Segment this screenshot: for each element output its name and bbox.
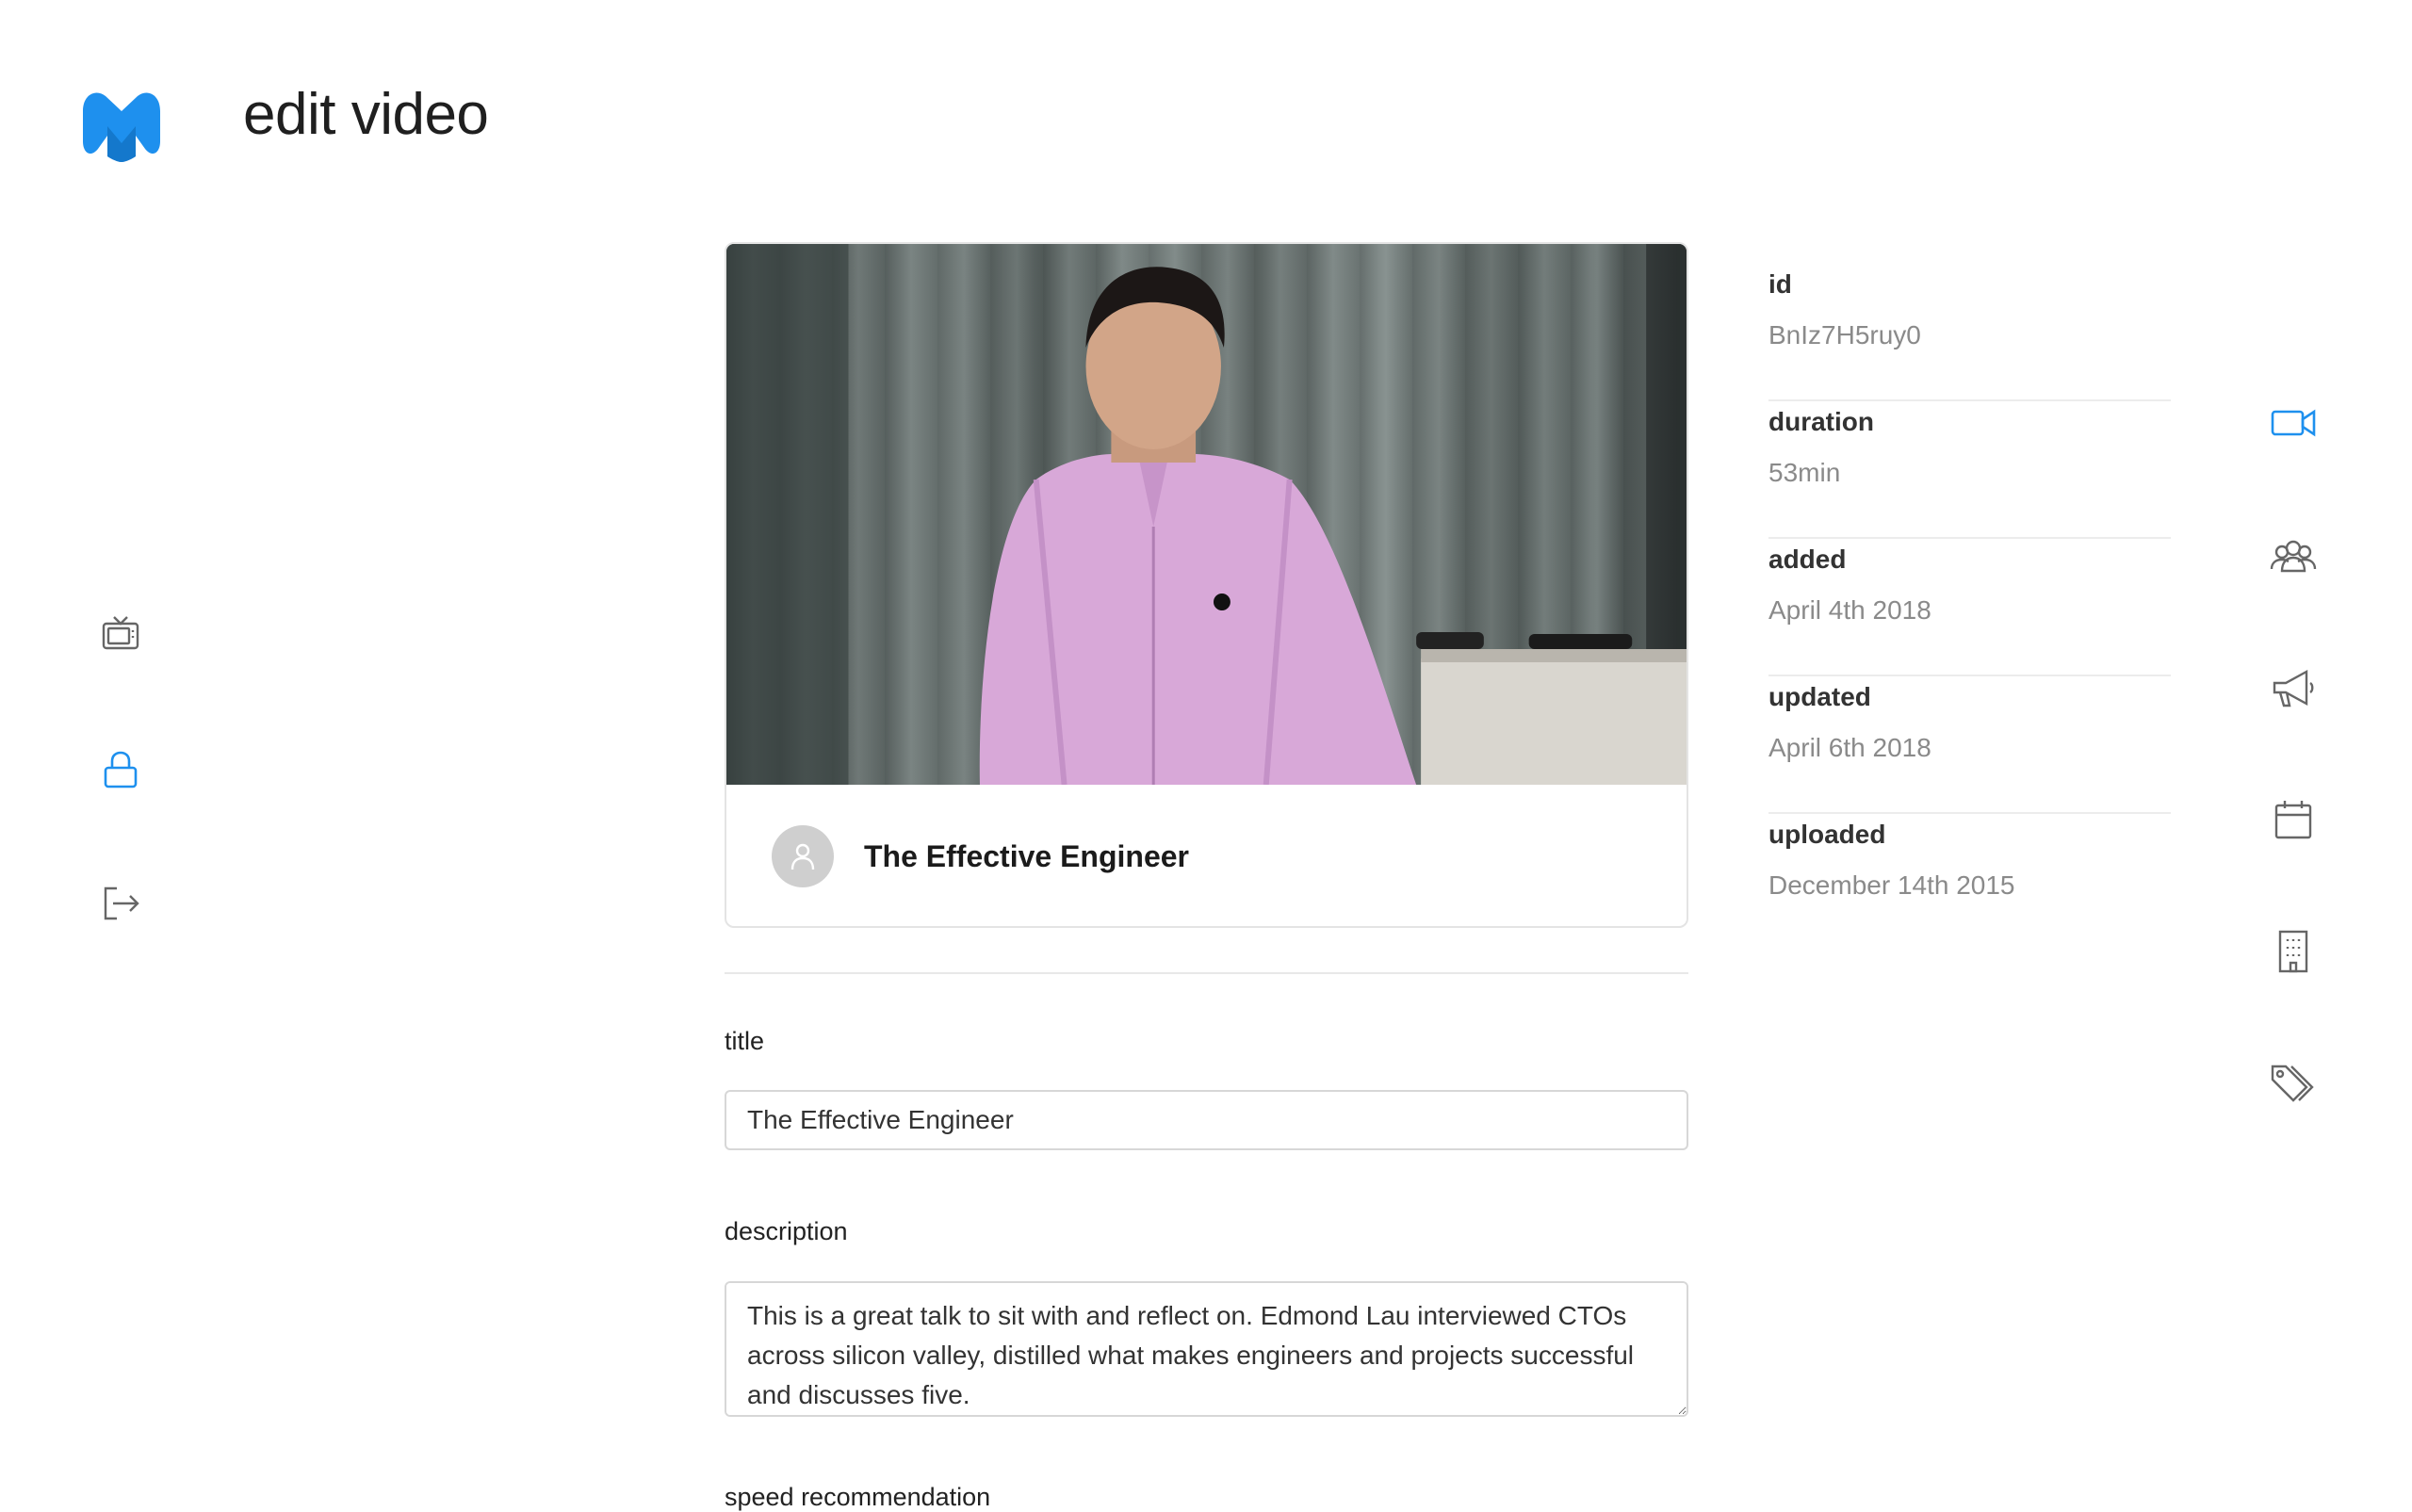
tags-icon xyxy=(2271,1065,2314,1102)
video-card-title: The Effective Engineer xyxy=(864,838,1189,873)
meta-uploaded: uploaded December 14th 2015 xyxy=(1768,814,2171,951)
user-icon xyxy=(790,843,815,870)
megaphone-icon xyxy=(2273,669,2314,707)
video-meta-panel: id BnIz7H5ruy0 duration 53min added Apri… xyxy=(1768,264,2171,951)
meta-uploaded-label: uploaded xyxy=(1768,820,1886,849)
nav-item-organizations[interactable] xyxy=(2269,927,2318,976)
nav-item-tags[interactable] xyxy=(2269,1059,2318,1108)
section-divider xyxy=(725,972,1688,974)
meta-added-value: April 4th 2018 xyxy=(1768,595,1931,625)
meta-duration-label: duration xyxy=(1768,407,1874,436)
avatar xyxy=(772,825,834,887)
users-icon xyxy=(2270,540,2317,573)
building-icon xyxy=(2278,930,2308,973)
meta-uploaded-value: December 14th 2015 xyxy=(1768,870,2015,900)
logout-icon xyxy=(104,886,139,920)
speed-recommendation-label: speed recommendation xyxy=(725,1483,991,1511)
title-input[interactable] xyxy=(725,1090,1688,1150)
nav-item-calendar[interactable] xyxy=(2269,796,2318,845)
app-logo-icon[interactable] xyxy=(77,83,166,162)
meta-added: added April 4th 2018 xyxy=(1768,539,2171,676)
meta-updated-label: updated xyxy=(1768,682,1871,711)
video-card: The Effective Engineer xyxy=(725,242,1688,928)
meta-updated-value: April 6th 2018 xyxy=(1768,733,1931,762)
description-label: description xyxy=(725,1217,848,1245)
nav-item-logout[interactable] xyxy=(100,883,141,924)
nav-item-people[interactable] xyxy=(2269,533,2318,582)
nav-item-announcements[interactable] xyxy=(2269,664,2318,713)
video-camera-icon xyxy=(2271,409,2316,437)
description-textarea[interactable]: This is a great talk to sit with and ref… xyxy=(725,1281,1688,1417)
title-label: title xyxy=(725,1027,765,1055)
video-thumbnail[interactable] xyxy=(726,244,1687,785)
meta-updated: updated April 6th 2018 xyxy=(1768,676,2171,814)
meta-id-value: BnIz7H5ruy0 xyxy=(1768,320,1921,350)
meta-added-label: added xyxy=(1768,545,1847,574)
meta-id-label: id xyxy=(1768,269,1792,299)
meta-id: id BnIz7H5ruy0 xyxy=(1768,264,2171,401)
video-card-footer: The Effective Engineer xyxy=(726,785,1687,926)
calendar-icon xyxy=(2274,801,2312,839)
page-title: edit video xyxy=(243,82,489,147)
lock-icon xyxy=(104,751,138,789)
nav-item-security[interactable] xyxy=(100,749,141,790)
meta-duration-value: 53min xyxy=(1768,458,1841,487)
speaker-image xyxy=(726,244,1687,785)
nav-item-videos[interactable] xyxy=(100,612,141,654)
nav-item-video[interactable] xyxy=(2269,398,2318,447)
tv-icon xyxy=(102,616,139,650)
meta-duration: duration 53min xyxy=(1768,401,2171,539)
